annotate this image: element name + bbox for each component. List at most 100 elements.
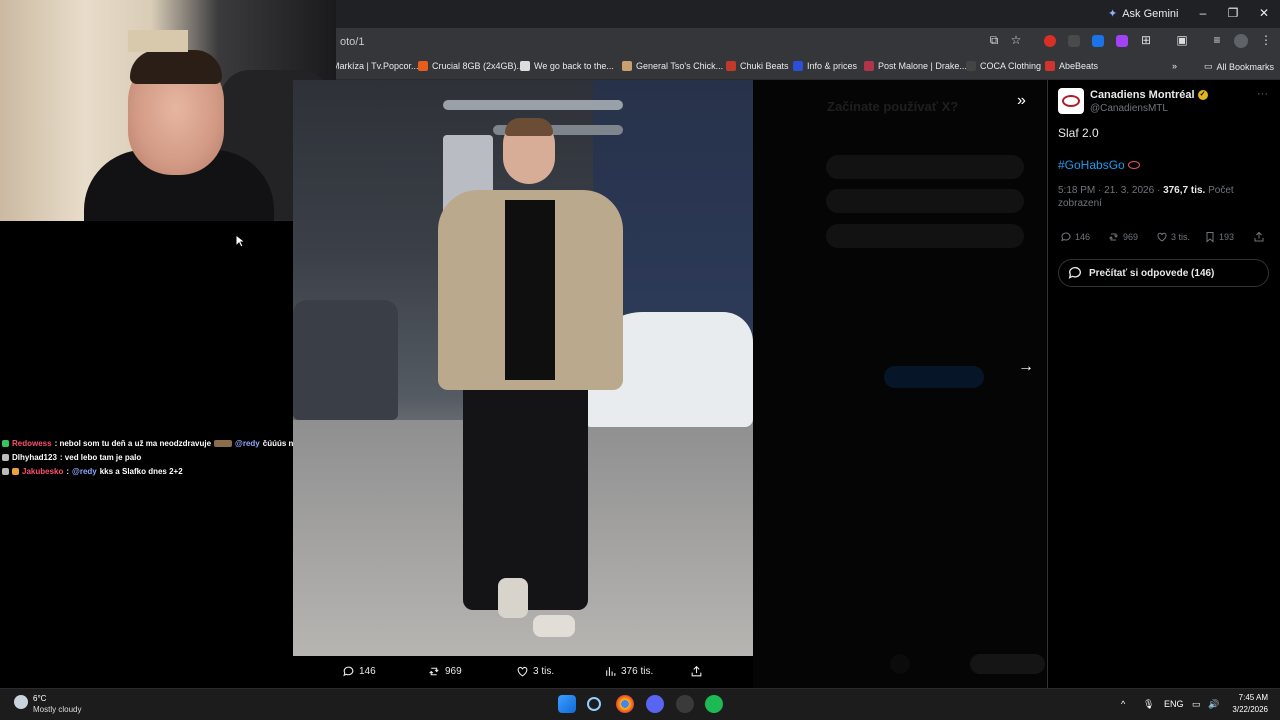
chat-badge-icon xyxy=(2,468,9,475)
photo-subject-shoe xyxy=(498,578,528,618)
extension-purple-icon[interactable] xyxy=(1116,35,1128,47)
ghost-button xyxy=(884,366,984,388)
speech-bubble-icon xyxy=(1068,267,1081,279)
chat-message: Redowess : nebol som tu deň a už ma neod… xyxy=(2,439,316,448)
bookmark-item[interactable]: AbeBeats xyxy=(1045,61,1098,71)
photo-pipe xyxy=(443,100,623,110)
shelf-box xyxy=(128,30,188,52)
chat-message: Dlhyhad123 : ved lebo tam je palo xyxy=(2,453,141,462)
ghost-signup-button xyxy=(826,155,1024,179)
bookmark-item[interactable]: COCA Clothing xyxy=(966,61,1041,71)
bookmark-item[interactable]: Info & prices xyxy=(793,61,857,71)
tweet-meta: 5:18 PM · 21. 3. 2026 · 376,7 tis. Počet… xyxy=(1058,184,1258,210)
photo-car xyxy=(293,300,398,420)
bookmark-star-icon[interactable]: ☆ xyxy=(1009,33,1023,47)
ghost-signup-button xyxy=(826,224,1024,248)
expand-panel-icon[interactable]: » xyxy=(1017,92,1026,110)
heart-icon xyxy=(1157,232,1167,242)
mouse-cursor-icon xyxy=(235,234,245,248)
weather-temperature[interactable]: 6°C xyxy=(33,694,46,703)
bookmarks-overflow-icon[interactable]: » xyxy=(1172,61,1177,71)
address-bar[interactable]: oto/1 xyxy=(340,36,364,48)
tweet-timestamp[interactable]: 5:18 PM · 21. 3. 2026 · xyxy=(1058,185,1160,196)
author-avatar[interactable] xyxy=(1058,88,1084,114)
ghost-register-button xyxy=(970,654,1045,674)
hashtag-link[interactable]: #GoHabsGo xyxy=(1058,158,1140,172)
bookmark-favicon xyxy=(726,61,736,71)
tray-overflow-icon[interactable]: ^ xyxy=(1121,699,1125,709)
tweet-photo[interactable] xyxy=(293,80,753,656)
ghost-signup-button xyxy=(826,189,1024,213)
photo-subject-pants xyxy=(463,380,588,610)
extension-red-icon[interactable] xyxy=(1044,35,1056,47)
microphone-icon[interactable]: 🎙 xyxy=(1143,699,1154,710)
weather-cloud-icon[interactable] xyxy=(14,695,28,709)
bookmark-item[interactable]: Crucial 8GB (2x4GB)... xyxy=(418,61,524,71)
heart-icon xyxy=(517,666,528,677)
photo-views-button[interactable]: 376 tis. xyxy=(604,665,653,678)
ask-gemini-button[interactable]: ✦ Ask Gemini xyxy=(1108,7,1179,21)
next-photo-arrow-icon[interactable]: → xyxy=(1018,358,1034,376)
search-icon[interactable] xyxy=(587,697,601,711)
share-icon xyxy=(1254,231,1264,242)
spotify-icon[interactable] xyxy=(705,695,723,713)
ghost-login-button xyxy=(890,654,910,674)
network-icon[interactable]: ▭ xyxy=(1192,699,1201,710)
volume-icon[interactable]: 🔊 xyxy=(1208,699,1219,710)
bookmark-favicon xyxy=(864,61,874,71)
more-options-icon[interactable]: ··· xyxy=(1257,88,1268,100)
photo-subject-shoe xyxy=(533,615,575,637)
input-language[interactable]: ENG xyxy=(1164,699,1184,709)
restore-button[interactable]: ❐ xyxy=(1226,6,1240,20)
repost-button[interactable]: 969 xyxy=(1108,231,1138,243)
extensions-puzzle-icon[interactable]: ⊞ xyxy=(1139,33,1153,47)
photo-like-button[interactable]: 3 tis. xyxy=(516,665,554,678)
tweet-views-count: 376,7 tis. xyxy=(1163,185,1206,196)
folder-icon: ▭ xyxy=(1204,61,1213,71)
minimize-button[interactable]: – xyxy=(1196,6,1210,20)
ask-gemini-label: Ask Gemini xyxy=(1122,7,1179,20)
read-replies-button[interactable]: Prečítať si odpovede (146) xyxy=(1058,259,1269,287)
bookmark-item[interactable]: Chuki Beats xyxy=(726,61,789,71)
windows-start-icon[interactable] xyxy=(558,695,576,713)
streamer-hair xyxy=(130,50,222,84)
habs-hashflag-icon xyxy=(1127,161,1140,169)
share-button[interactable] xyxy=(1253,231,1265,243)
photo-share-button[interactable] xyxy=(690,665,703,678)
chrome-icon[interactable] xyxy=(616,695,634,713)
bookmark-favicon xyxy=(1045,61,1055,71)
clock-date[interactable]: 3/22/2026 xyxy=(1226,705,1268,714)
photo-repost-button[interactable]: 969 xyxy=(428,665,462,678)
discord-icon[interactable] xyxy=(646,695,664,713)
author-name[interactable]: Canadiens Montréal ✓ xyxy=(1090,89,1208,101)
repost-icon xyxy=(1109,233,1118,241)
close-window-button[interactable]: ✕ xyxy=(1257,6,1271,20)
like-button[interactable]: 3 tis. xyxy=(1156,231,1190,243)
bookmark-item[interactable]: We go back to the... xyxy=(520,61,614,71)
all-bookmarks-button[interactable]: ▭ All Bookmarks xyxy=(1204,61,1274,72)
reading-list-icon[interactable]: ≡ xyxy=(1210,33,1224,47)
extension-gray-icon[interactable] xyxy=(1068,35,1080,47)
clock-time[interactable]: 7:45 AM xyxy=(1238,693,1268,702)
bookmark-item[interactable]: Markíza | Tv.Popcor... xyxy=(332,61,419,71)
share-icon xyxy=(691,665,702,677)
browser-menu-icon[interactable]: ⋮ xyxy=(1259,33,1273,47)
author-handle[interactable]: @CanadiensMTL xyxy=(1090,103,1168,114)
reply-icon xyxy=(1061,232,1071,242)
tab-search-icon[interactable]: ▣ xyxy=(1175,33,1189,47)
weather-description[interactable]: Mostly cloudy xyxy=(33,705,81,714)
bookmark-button[interactable]: 193 xyxy=(1204,231,1234,243)
extension-blue-icon[interactable] xyxy=(1092,35,1104,47)
bookmark-favicon xyxy=(622,61,632,71)
habs-logo-icon xyxy=(1062,95,1080,107)
bookmark-item[interactable]: Post Malone | Drake... xyxy=(864,61,967,71)
emote-icon xyxy=(214,440,233,447)
profile-avatar[interactable] xyxy=(1234,34,1248,48)
gemini-sparkle-icon: ✦ xyxy=(1108,8,1118,20)
obs-icon[interactable] xyxy=(676,695,694,713)
photo-subject-shirt xyxy=(505,200,555,380)
install-app-icon[interactable]: ⧉ xyxy=(987,33,1001,47)
photo-reply-button[interactable]: 146 xyxy=(342,665,376,678)
reply-button[interactable]: 146 xyxy=(1060,231,1090,243)
bookmark-item[interactable]: General Tso's Chick... xyxy=(622,61,723,71)
